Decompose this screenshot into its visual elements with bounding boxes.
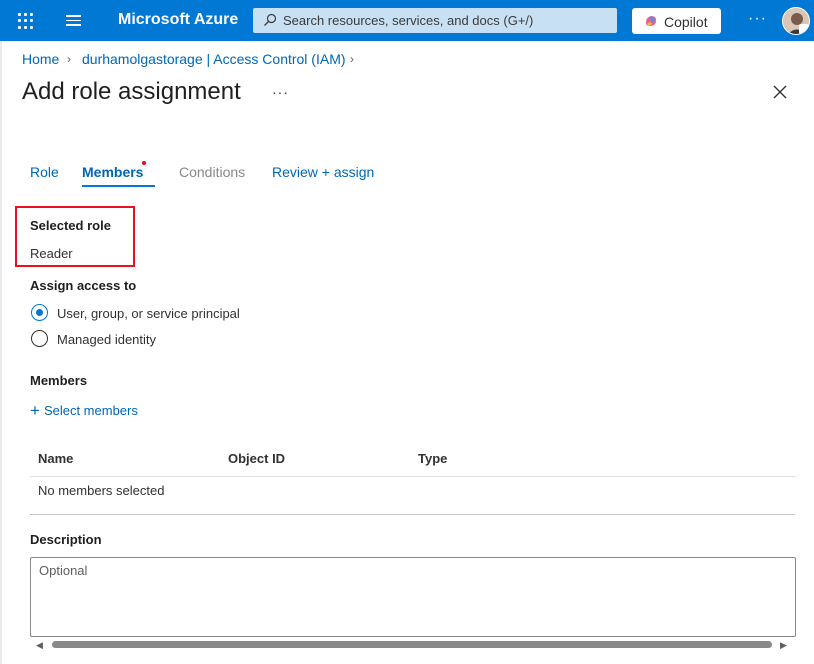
scroll-left-icon[interactable]: ◀ — [36, 640, 43, 651]
assign-access-label: Assign access to — [30, 278, 137, 293]
table-divider — [30, 514, 795, 515]
tab-conditions[interactable]: Conditions — [179, 164, 245, 180]
table-divider — [30, 476, 795, 477]
selected-role-label: Selected role — [30, 218, 111, 233]
more-options-icon[interactable]: ··· — [272, 84, 289, 100]
search-placeholder: Search resources, services, and docs (G+… — [283, 13, 534, 28]
description-field[interactable]: Optional — [30, 557, 796, 637]
breadcrumb-iam[interactable]: durhamolgastorage | Access Control (IAM) — [82, 51, 346, 67]
blade-left-edge — [0, 41, 2, 664]
tab-error-indicator — [142, 161, 146, 165]
copilot-button[interactable]: Copilot — [632, 8, 721, 34]
radio-managed-identity-label[interactable]: Managed identity — [57, 332, 156, 347]
scrollbar-thumb[interactable] — [52, 641, 772, 648]
active-tab-indicator — [82, 185, 155, 187]
column-header-type[interactable]: Type — [418, 451, 447, 466]
page-title: Add role assignment — [22, 78, 241, 105]
description-label: Description — [30, 532, 102, 547]
select-members-label: Select members — [43, 403, 138, 418]
chevron-right-icon: › — [67, 52, 71, 66]
lock-icon — [799, 24, 809, 34]
copilot-label: Copilot — [664, 14, 708, 30]
members-label: Members — [30, 373, 88, 388]
close-icon[interactable] — [772, 84, 788, 100]
search-icon — [264, 13, 277, 26]
empty-members-message: No members selected — [38, 483, 165, 498]
plus-icon: + — [30, 401, 40, 420]
portal-menu-icon[interactable] — [66, 15, 81, 26]
radio-user-group-label[interactable]: User, group, or service principal — [57, 306, 240, 321]
radio-user-group[interactable] — [31, 304, 48, 321]
tab-role[interactable]: Role — [30, 164, 59, 180]
top-bar: Microsoft Azure Search resources, servic… — [0, 0, 814, 41]
app-launcher-icon[interactable] — [18, 13, 34, 29]
avatar[interactable] — [782, 7, 810, 35]
tab-members[interactable]: Members — [82, 164, 143, 180]
tab-review-assign[interactable]: Review + assign — [272, 164, 374, 180]
selected-role-value: Reader — [30, 246, 73, 261]
global-search-input[interactable]: Search resources, services, and docs (G+… — [253, 8, 617, 33]
more-options-icon[interactable]: ··· — [748, 10, 767, 28]
column-header-object-id[interactable]: Object ID — [228, 451, 285, 466]
copilot-icon — [646, 16, 656, 26]
brand-title[interactable]: Microsoft Azure — [118, 11, 238, 29]
radio-managed-identity[interactable] — [31, 330, 48, 347]
column-header-name[interactable]: Name — [38, 451, 73, 466]
description-placeholder: Optional — [39, 563, 88, 578]
chevron-right-icon: › — [350, 52, 354, 66]
breadcrumb-home[interactable]: Home — [22, 51, 59, 67]
select-members-link[interactable]: + Select members — [30, 400, 138, 420]
scroll-right-icon[interactable]: ▶ — [780, 640, 787, 651]
